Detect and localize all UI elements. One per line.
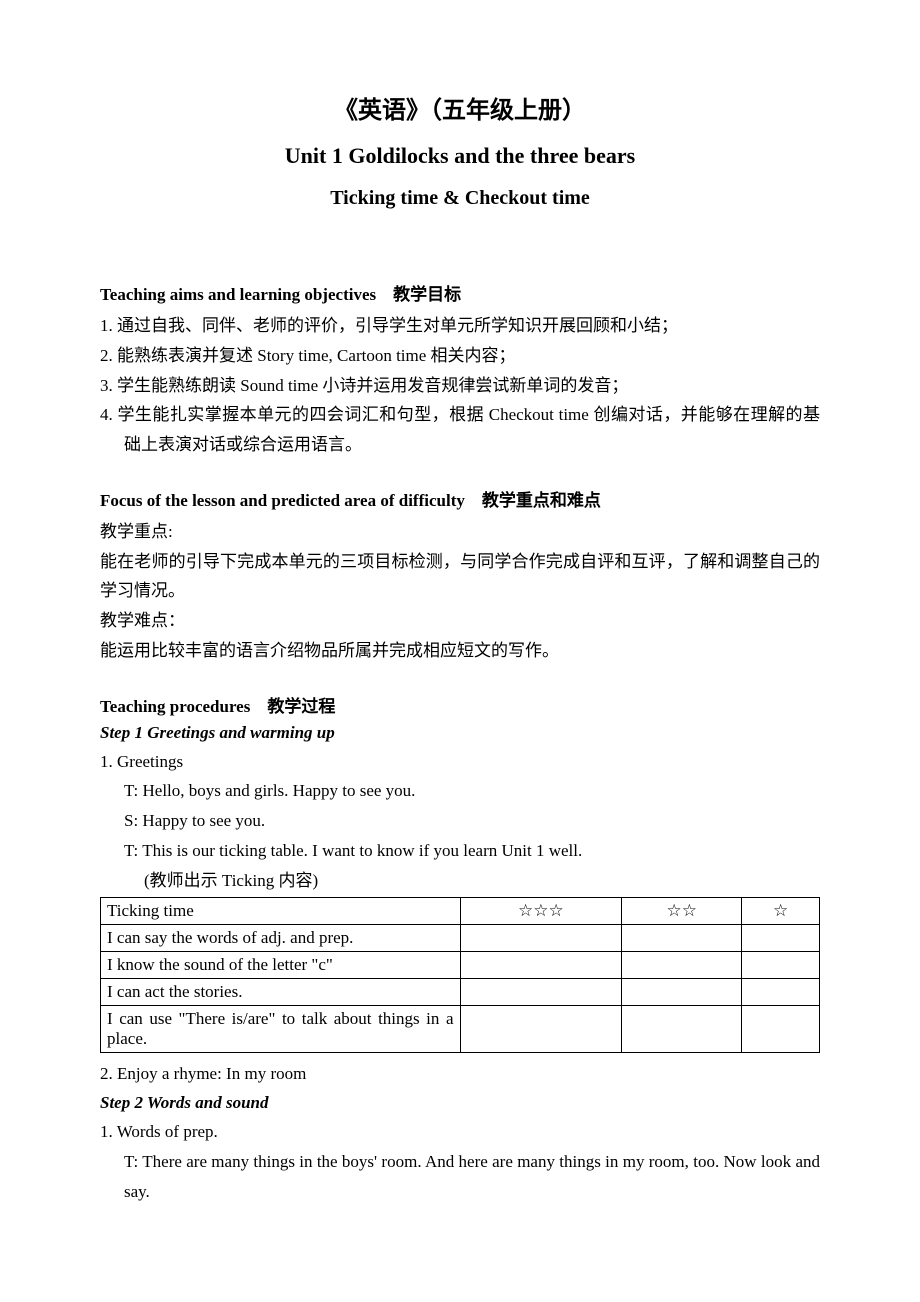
focus-diff-label: 教学难点： [100, 606, 820, 636]
title-unit: Unit 1 Goldilocks and the three bears [100, 143, 820, 169]
focus-heading: Focus of the lesson and predicted area o… [100, 486, 820, 511]
table-cell: I can use "There is/are" to talk about t… [101, 1006, 461, 1053]
table-cell [622, 979, 742, 1006]
aim-item-4: 4. 学生能扎实掌握本单元的四会词汇和句型，根据 Checkout time 创… [100, 400, 820, 460]
table-row: I can say the words of adj. and prep. [101, 925, 820, 952]
title-main: 《英语》（五年级上册） [100, 90, 820, 125]
table-cell [742, 1006, 820, 1053]
table-cell [460, 1006, 622, 1053]
aims-heading: Teaching aims and learning objectives 教学… [100, 280, 820, 305]
table-cell [622, 952, 742, 979]
table-cell [460, 925, 622, 952]
th-ticking-time: Ticking time [101, 898, 461, 925]
step2-heading: Step 2 Words and sound [100, 1093, 820, 1113]
table-cell [460, 952, 622, 979]
table-cell [742, 925, 820, 952]
focus-diff-text: 能运用比较丰富的语言介绍物品所属并完成相应短文的写作。 [100, 636, 820, 666]
step1-line-4: (教师出示 Ticking 内容) [100, 866, 820, 896]
table-header-row: Ticking time ☆☆☆ ☆☆ ☆ [101, 898, 820, 925]
step1-line-1: T: Hello, boys and girls. Happy to see y… [100, 776, 820, 806]
procedures-block: Teaching procedures 教学过程 Step 1 Greeting… [100, 692, 820, 1207]
table-row: I know the sound of the letter "c" [101, 952, 820, 979]
table-cell [622, 925, 742, 952]
step1-greetings-label: 1. Greetings [100, 747, 820, 777]
th-two-stars: ☆☆ [622, 898, 742, 925]
ticking-table: Ticking time ☆☆☆ ☆☆ ☆ I can say the word… [100, 897, 820, 1053]
aim-item-2: 2. 能熟练表演并复述 Story time, Cartoon time 相关内… [100, 341, 820, 371]
step2-item-1: 1. Words of prep. [100, 1117, 820, 1147]
table-cell: I know the sound of the letter "c" [101, 952, 461, 979]
table-cell [742, 979, 820, 1006]
teaching-aims-block: Teaching aims and learning objectives 教学… [100, 280, 820, 460]
step1-line-3: T: This is our ticking table. I want to … [100, 836, 820, 866]
focus-key-label: 教学重点: [100, 517, 820, 547]
table-cell [460, 979, 622, 1006]
table-cell: I can say the words of adj. and prep. [101, 925, 461, 952]
step1-line-2: S: Happy to see you. [100, 806, 820, 836]
title-section: Ticking time & Checkout time [100, 187, 820, 210]
table-cell: I can act the stories. [101, 979, 461, 1006]
step1-enjoy-rhyme: 2. Enjoy a rhyme: In my room [100, 1059, 820, 1089]
th-three-stars: ☆☆☆ [460, 898, 622, 925]
table-row: I can act the stories. [101, 979, 820, 1006]
document-page: 《英语》（五年级上册） Unit 1 Goldilocks and the th… [0, 0, 920, 1266]
step2-line: T: There are many things in the boys' ro… [100, 1147, 820, 1207]
procedures-heading: Teaching procedures 教学过程 [100, 692, 820, 717]
table-row: I can use "There is/are" to talk about t… [101, 1006, 820, 1053]
aim-item-1: 1. 通过自我、同伴、老师的评价，引导学生对单元所学知识开展回顾和小结； [100, 311, 820, 341]
step1-heading: Step 1 Greetings and warming up [100, 723, 820, 743]
table-cell [742, 952, 820, 979]
table-cell [622, 1006, 742, 1053]
focus-key-text: 能在老师的引导下完成本单元的三项目标检测，与同学合作完成自评和互评，了解和调整自… [100, 547, 820, 607]
focus-block: Focus of the lesson and predicted area o… [100, 486, 820, 666]
th-one-star: ☆ [742, 898, 820, 925]
aim-item-3: 3. 学生能熟练朗读 Sound time 小诗并运用发音规律尝试新单词的发音； [100, 371, 820, 401]
